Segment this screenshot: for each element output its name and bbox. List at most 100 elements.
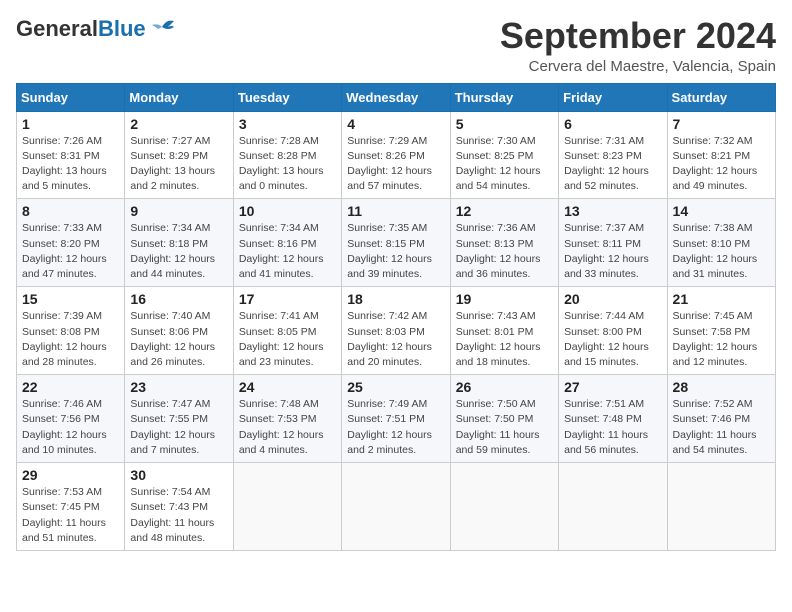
day-number: 14	[673, 203, 770, 219]
sunrise-text: Sunrise: 7:43 AM	[456, 310, 536, 322]
day-number: 11	[347, 203, 444, 219]
sunset-text: Sunset: 8:13 PM	[456, 238, 534, 250]
calendar-cell	[342, 463, 450, 551]
sunset-text: Sunset: 8:05 PM	[239, 326, 317, 338]
calendar-cell: 14 Sunrise: 7:38 AM Sunset: 8:10 PM Dayl…	[667, 199, 775, 287]
daylight-text: Daylight: 12 hours and 12 minutes.	[673, 341, 758, 368]
day-number: 1	[22, 116, 119, 132]
daylight-text: Daylight: 11 hours and 54 minutes.	[673, 429, 757, 456]
daylight-text: Daylight: 13 hours and 2 minutes.	[130, 165, 215, 192]
calendar-cell: 13 Sunrise: 7:37 AM Sunset: 8:11 PM Dayl…	[559, 199, 667, 287]
sunrise-text: Sunrise: 7:30 AM	[456, 135, 536, 147]
sunrise-text: Sunrise: 7:34 AM	[130, 222, 210, 234]
sunrise-text: Sunrise: 7:47 AM	[130, 398, 210, 410]
sunset-text: Sunset: 8:29 PM	[130, 150, 208, 162]
weekday-header-saturday: Saturday	[667, 83, 775, 111]
weekday-header-thursday: Thursday	[450, 83, 558, 111]
day-number: 19	[456, 291, 553, 307]
calendar-cell: 27 Sunrise: 7:51 AM Sunset: 7:48 PM Dayl…	[559, 375, 667, 463]
daylight-text: Daylight: 12 hours and 44 minutes.	[130, 253, 215, 280]
day-info: Sunrise: 7:33 AM Sunset: 8:20 PM Dayligh…	[22, 221, 119, 282]
daylight-text: Daylight: 12 hours and 15 minutes.	[564, 341, 649, 368]
logo-blue-text: Blue	[98, 16, 146, 42]
day-number: 24	[239, 379, 336, 395]
calendar-cell: 6 Sunrise: 7:31 AM Sunset: 8:23 PM Dayli…	[559, 111, 667, 199]
page-header: General Blue September 2024 Cervera del …	[16, 16, 776, 75]
day-number: 4	[347, 116, 444, 132]
day-info: Sunrise: 7:54 AM Sunset: 7:43 PM Dayligh…	[130, 485, 227, 546]
calendar-cell: 7 Sunrise: 7:32 AM Sunset: 8:21 PM Dayli…	[667, 111, 775, 199]
sunrise-text: Sunrise: 7:50 AM	[456, 398, 536, 410]
sunset-text: Sunset: 8:11 PM	[564, 238, 641, 250]
day-number: 21	[673, 291, 770, 307]
sunset-text: Sunset: 8:15 PM	[347, 238, 425, 250]
sunset-text: Sunset: 7:58 PM	[673, 326, 751, 338]
calendar-cell: 20 Sunrise: 7:44 AM Sunset: 8:00 PM Dayl…	[559, 287, 667, 375]
day-number: 6	[564, 116, 661, 132]
day-number: 29	[22, 467, 119, 483]
day-info: Sunrise: 7:50 AM Sunset: 7:50 PM Dayligh…	[456, 397, 553, 458]
day-info: Sunrise: 7:40 AM Sunset: 8:06 PM Dayligh…	[130, 309, 227, 370]
day-info: Sunrise: 7:27 AM Sunset: 8:29 PM Dayligh…	[130, 134, 227, 195]
daylight-text: Daylight: 12 hours and 2 minutes.	[347, 429, 432, 456]
day-info: Sunrise: 7:43 AM Sunset: 8:01 PM Dayligh…	[456, 309, 553, 370]
sunrise-text: Sunrise: 7:39 AM	[22, 310, 102, 322]
day-number: 23	[130, 379, 227, 395]
calendar-cell	[559, 463, 667, 551]
sunset-text: Sunset: 7:56 PM	[22, 413, 100, 425]
daylight-text: Daylight: 12 hours and 18 minutes.	[456, 341, 541, 368]
day-info: Sunrise: 7:26 AM Sunset: 8:31 PM Dayligh…	[22, 134, 119, 195]
weekday-header-monday: Monday	[125, 83, 233, 111]
sunrise-text: Sunrise: 7:42 AM	[347, 310, 427, 322]
calendar-cell: 8 Sunrise: 7:33 AM Sunset: 8:20 PM Dayli…	[17, 199, 125, 287]
daylight-text: Daylight: 12 hours and 7 minutes.	[130, 429, 215, 456]
sunrise-text: Sunrise: 7:27 AM	[130, 135, 210, 147]
calendar-cell: 18 Sunrise: 7:42 AM Sunset: 8:03 PM Dayl…	[342, 287, 450, 375]
calendar-cell: 10 Sunrise: 7:34 AM Sunset: 8:16 PM Dayl…	[233, 199, 341, 287]
weekday-header-tuesday: Tuesday	[233, 83, 341, 111]
daylight-text: Daylight: 12 hours and 36 minutes.	[456, 253, 541, 280]
calendar-cell: 3 Sunrise: 7:28 AM Sunset: 8:28 PM Dayli…	[233, 111, 341, 199]
sunset-text: Sunset: 7:50 PM	[456, 413, 534, 425]
day-info: Sunrise: 7:42 AM Sunset: 8:03 PM Dayligh…	[347, 309, 444, 370]
sunrise-text: Sunrise: 7:52 AM	[673, 398, 753, 410]
daylight-text: Daylight: 12 hours and 52 minutes.	[564, 165, 649, 192]
calendar-cell: 1 Sunrise: 7:26 AM Sunset: 8:31 PM Dayli…	[17, 111, 125, 199]
calendar-week-row: 1 Sunrise: 7:26 AM Sunset: 8:31 PM Dayli…	[17, 111, 776, 199]
day-number: 30	[130, 467, 227, 483]
sunrise-text: Sunrise: 7:37 AM	[564, 222, 644, 234]
calendar-cell: 21 Sunrise: 7:45 AM Sunset: 7:58 PM Dayl…	[667, 287, 775, 375]
sunset-text: Sunset: 7:55 PM	[130, 413, 208, 425]
sunrise-text: Sunrise: 7:49 AM	[347, 398, 427, 410]
sunrise-text: Sunrise: 7:34 AM	[239, 222, 319, 234]
day-number: 27	[564, 379, 661, 395]
sunrise-text: Sunrise: 7:54 AM	[130, 486, 210, 498]
sunrise-text: Sunrise: 7:48 AM	[239, 398, 319, 410]
day-number: 13	[564, 203, 661, 219]
calendar-cell: 11 Sunrise: 7:35 AM Sunset: 8:15 PM Dayl…	[342, 199, 450, 287]
calendar-cell	[450, 463, 558, 551]
daylight-text: Daylight: 13 hours and 5 minutes.	[22, 165, 107, 192]
day-info: Sunrise: 7:34 AM Sunset: 8:16 PM Dayligh…	[239, 221, 336, 282]
day-number: 25	[347, 379, 444, 395]
weekday-header-sunday: Sunday	[17, 83, 125, 111]
sunset-text: Sunset: 8:01 PM	[456, 326, 534, 338]
day-info: Sunrise: 7:51 AM Sunset: 7:48 PM Dayligh…	[564, 397, 661, 458]
day-number: 16	[130, 291, 227, 307]
daylight-text: Daylight: 11 hours and 56 minutes.	[564, 429, 648, 456]
sunrise-text: Sunrise: 7:28 AM	[239, 135, 319, 147]
calendar-cell: 5 Sunrise: 7:30 AM Sunset: 8:25 PM Dayli…	[450, 111, 558, 199]
calendar-cell: 15 Sunrise: 7:39 AM Sunset: 8:08 PM Dayl…	[17, 287, 125, 375]
daylight-text: Daylight: 13 hours and 0 minutes.	[239, 165, 324, 192]
calendar-cell	[667, 463, 775, 551]
sunset-text: Sunset: 7:53 PM	[239, 413, 317, 425]
sunset-text: Sunset: 8:20 PM	[22, 238, 100, 250]
calendar-cell: 28 Sunrise: 7:52 AM Sunset: 7:46 PM Dayl…	[667, 375, 775, 463]
day-number: 12	[456, 203, 553, 219]
day-number: 28	[673, 379, 770, 395]
sunset-text: Sunset: 8:08 PM	[22, 326, 100, 338]
daylight-text: Daylight: 12 hours and 26 minutes.	[130, 341, 215, 368]
calendar-cell: 12 Sunrise: 7:36 AM Sunset: 8:13 PM Dayl…	[450, 199, 558, 287]
sunrise-text: Sunrise: 7:53 AM	[22, 486, 102, 498]
day-number: 5	[456, 116, 553, 132]
